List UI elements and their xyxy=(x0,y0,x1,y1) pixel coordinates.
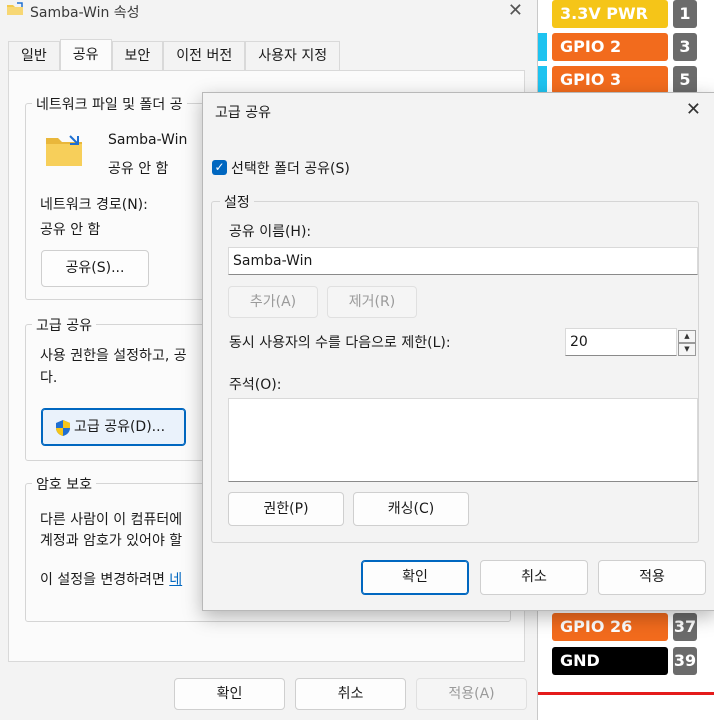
pin-marker xyxy=(537,66,547,94)
add-button[interactable]: 추가(A) xyxy=(228,286,318,318)
user-limit-input[interactable]: 20 xyxy=(565,328,677,356)
share-name-input[interactable]: Samba-Win xyxy=(228,247,698,275)
dialog-cancel-button[interactable]: 취소 xyxy=(480,560,588,595)
password-description: 다른 사람이 이 컴퓨터에 xyxy=(40,512,183,528)
password-description-cont: 계정과 암호가 있어야 할 xyxy=(40,533,183,549)
group-label: 고급 공유 xyxy=(32,315,96,335)
network-sharing-center-link[interactable]: 네 xyxy=(169,572,182,588)
close-icon[interactable]: ✕ xyxy=(508,0,523,21)
apply-button[interactable]: 적용(A) xyxy=(416,678,527,710)
settings-label: 설정 xyxy=(220,192,254,212)
advanced-sharing-button-label: 고급 공유(D)... xyxy=(74,419,166,435)
spin-up-icon[interactable]: ▲ xyxy=(678,330,696,343)
group-label: 암호 보호 xyxy=(32,474,96,494)
comment-label: 주석(O): xyxy=(229,377,282,393)
advanced-sharing-dialog: 고급 공유 ✕ ✓ 선택한 폴더 공유(S) 설정 공유 이름(H): Samb… xyxy=(202,92,714,611)
tab-bar: 일반 공유 보안 이전 버전 사용자 지정 xyxy=(8,39,341,71)
tab-previous-versions[interactable]: 이전 버전 xyxy=(163,41,246,70)
tab-security[interactable]: 보안 xyxy=(111,41,164,70)
share-folder-checkbox[interactable]: ✓ xyxy=(212,160,227,175)
shield-icon xyxy=(56,420,70,436)
cancel-button[interactable]: 취소 xyxy=(295,678,406,710)
shared-folder-icon xyxy=(46,135,82,166)
title-bar: Samba-Win 속성 ✕ xyxy=(0,0,537,26)
remove-button[interactable]: 제거(R) xyxy=(327,286,417,318)
pin-label: GPIO 2 xyxy=(552,33,668,61)
folder-name: Samba-Win xyxy=(108,132,188,148)
share-button[interactable]: 공유(S)... xyxy=(41,250,149,287)
change-setting-text: 이 설정을 변경하려면 네 xyxy=(40,569,182,589)
advanced-sharing-button[interactable]: 고급 공유(D)... xyxy=(41,408,186,446)
dialog-title: 고급 공유 xyxy=(215,105,271,121)
share-name-label: 공유 이름(H): xyxy=(229,224,312,240)
dialog-apply-button[interactable]: 적용 xyxy=(598,560,706,595)
pin-number: 5 xyxy=(673,66,697,94)
folder-icon xyxy=(7,2,23,15)
window-title: Samba-Win 속성 xyxy=(30,5,140,21)
comment-textarea[interactable] xyxy=(228,398,698,482)
pin-label: 3.3V PWR xyxy=(552,0,668,28)
network-path-value: 공유 안 함 xyxy=(40,222,101,238)
pin-label: GPIO 3 xyxy=(552,66,668,94)
spin-down-icon[interactable]: ▼ xyxy=(678,343,696,356)
pin-number: 37 xyxy=(673,613,697,641)
red-wire-line xyxy=(537,692,714,695)
group-label: 네트워크 파일 및 폴더 공 xyxy=(32,94,187,114)
settings-group: 설정 공유 이름(H): Samba-Win 추가(A) 제거(R) 동시 사용… xyxy=(211,192,699,543)
ok-button[interactable]: 확인 xyxy=(174,678,285,710)
pin-marker xyxy=(537,33,547,61)
close-icon[interactable]: ✕ xyxy=(686,99,701,120)
change-setting-prefix: 이 설정을 변경하려면 xyxy=(40,572,170,588)
share-status: 공유 안 함 xyxy=(108,161,169,177)
pin-label: GND xyxy=(552,647,668,675)
tab-sharing[interactable]: 공유 xyxy=(59,39,112,70)
tab-customize[interactable]: 사용자 지정 xyxy=(245,41,341,70)
pin-number: 1 xyxy=(673,0,697,28)
dialog-ok-button[interactable]: 확인 xyxy=(361,560,469,595)
permissions-button[interactable]: 권한(P) xyxy=(228,492,344,526)
pin-number: 3 xyxy=(673,33,697,61)
tab-general[interactable]: 일반 xyxy=(8,41,60,70)
network-path-label: 네트워크 경로(N): xyxy=(40,197,148,213)
pin-number: 39 xyxy=(673,647,697,675)
advanced-description-cont: 다. xyxy=(40,370,58,386)
user-limit-label: 동시 사용자의 수를 다음으로 제한(L): xyxy=(229,335,451,351)
pin-label: GPIO 26 xyxy=(552,613,668,641)
caching-button[interactable]: 캐싱(C) xyxy=(353,492,469,526)
share-folder-label: 선택한 폴더 공유(S) xyxy=(231,161,350,177)
advanced-description: 사용 권한을 설정하고, 공 xyxy=(40,348,187,364)
